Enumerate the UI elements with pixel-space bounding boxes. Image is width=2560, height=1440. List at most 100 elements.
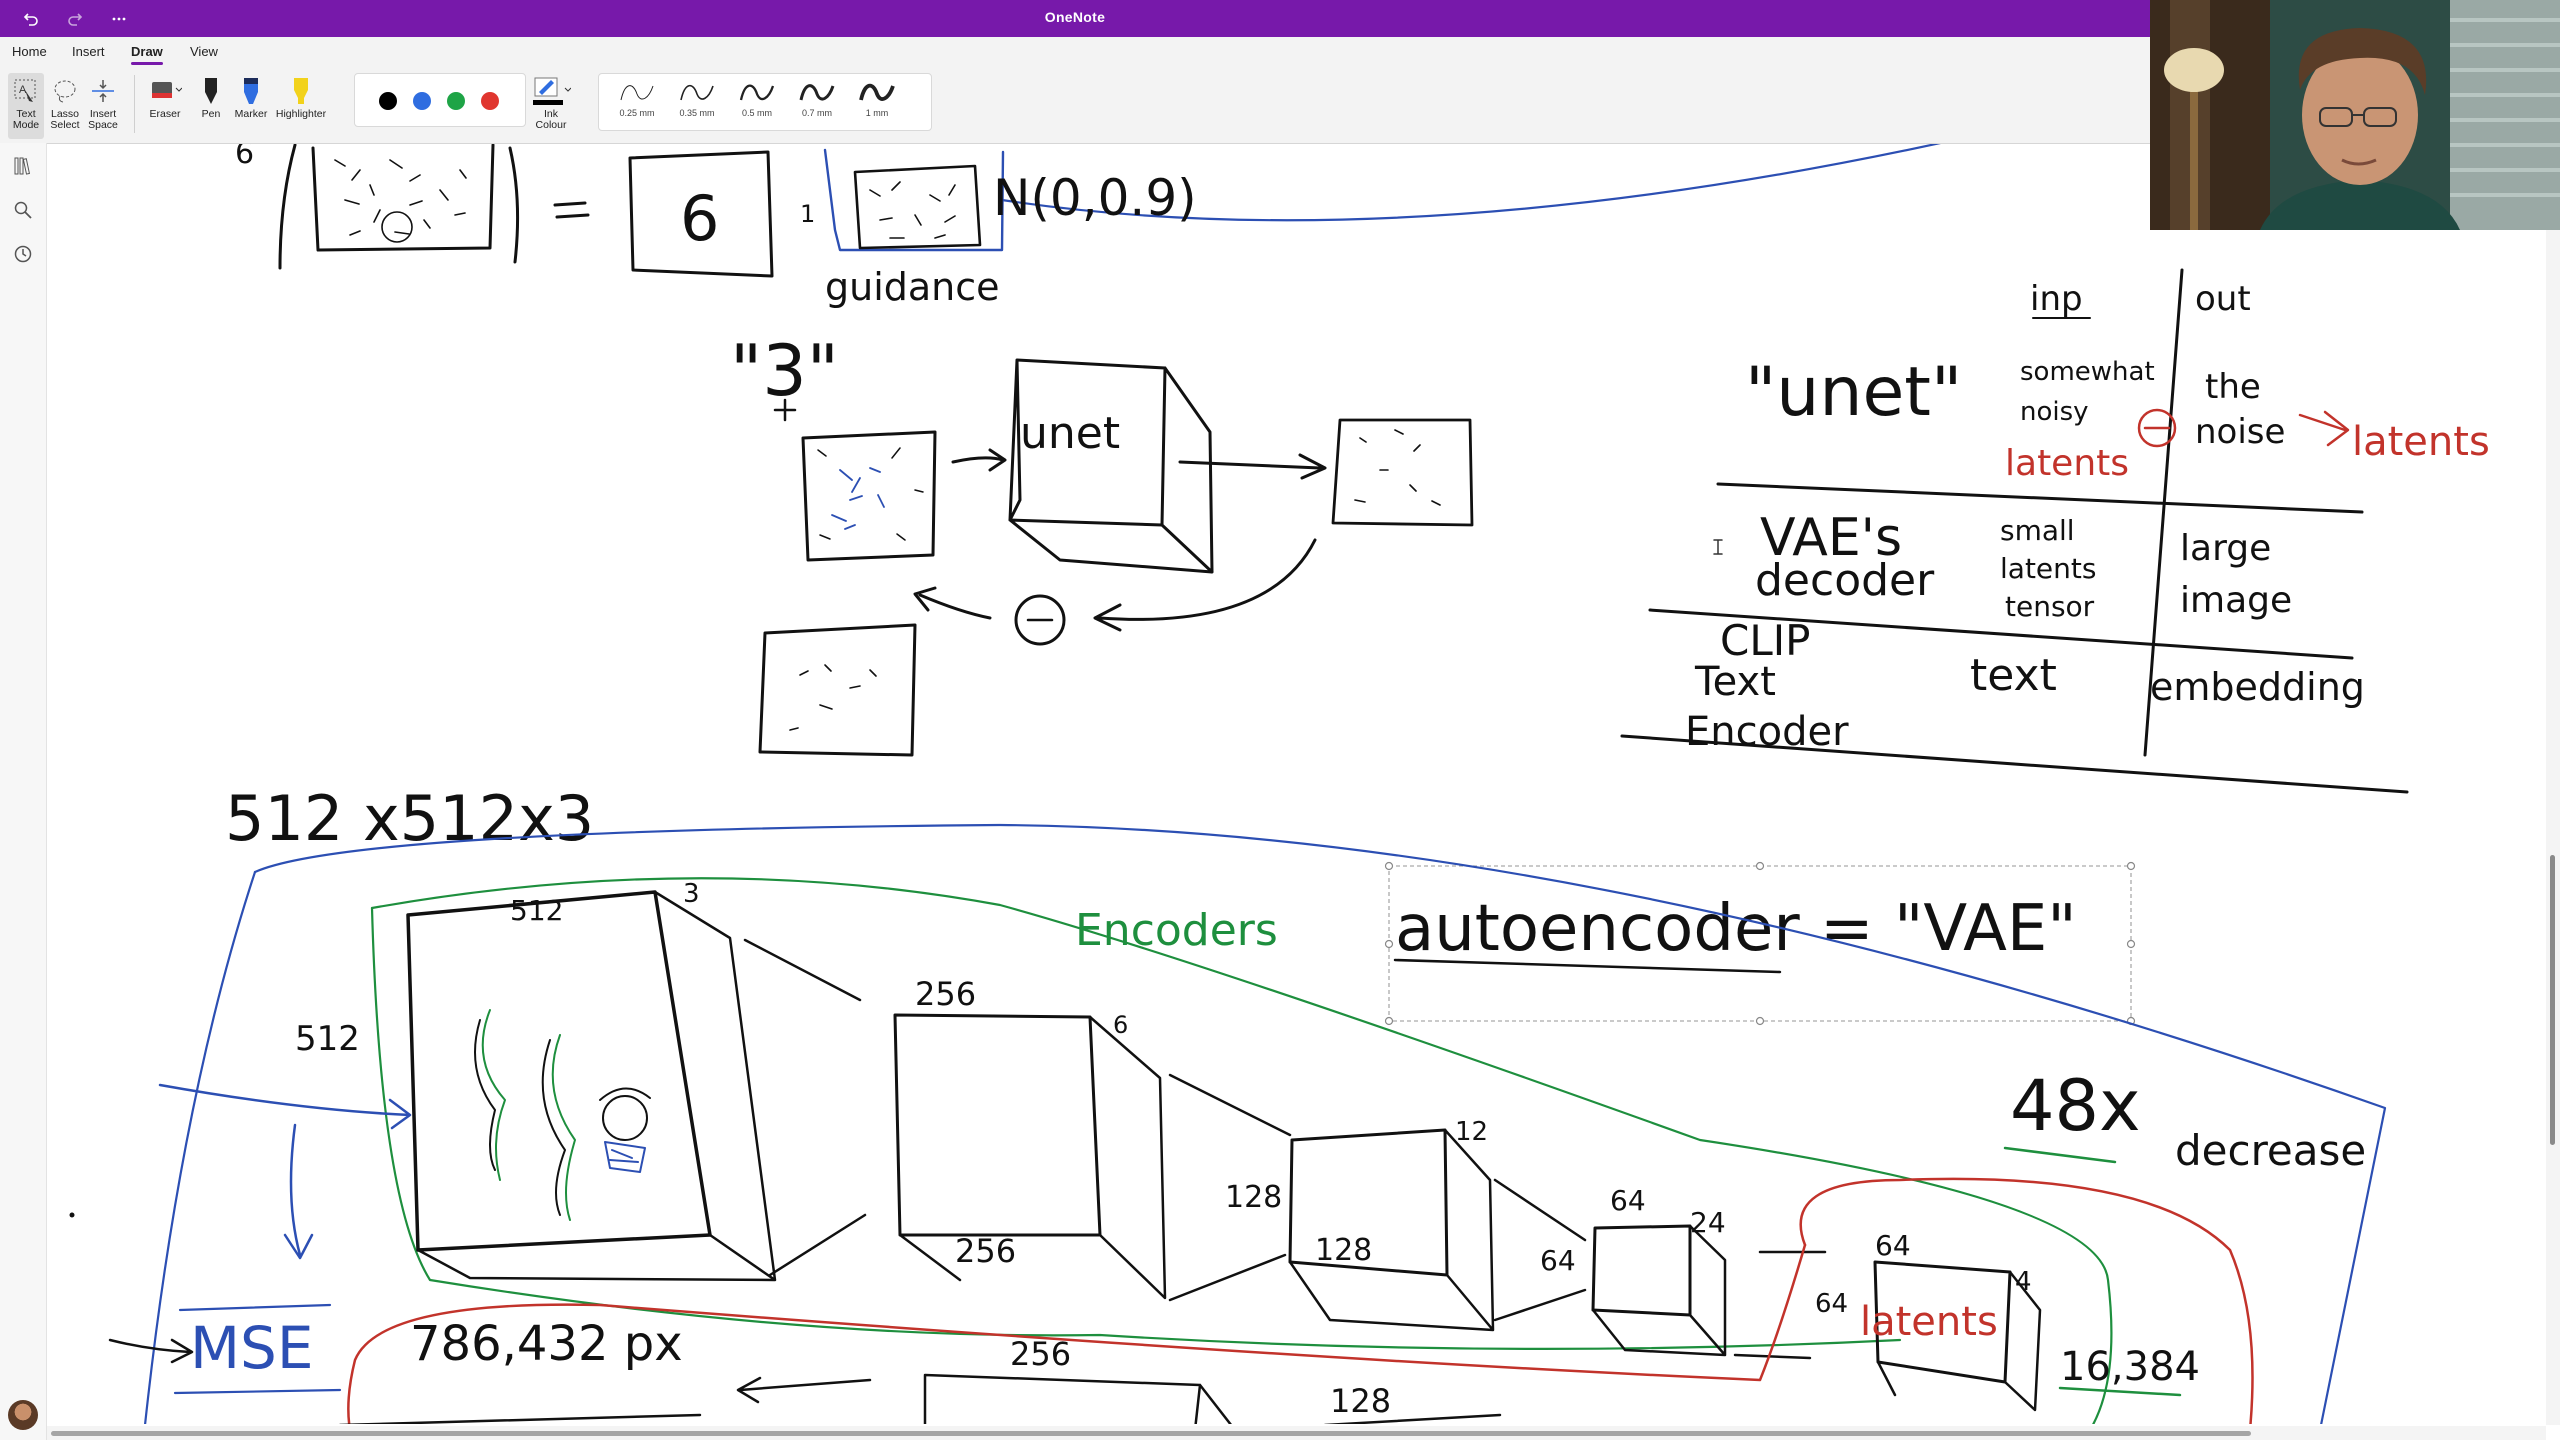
table-clip-1: CLIP <box>1720 616 1810 665</box>
mse-label: MSE <box>190 1314 314 1382</box>
tab-view[interactable]: View <box>190 44 218 59</box>
dim-12: 12 <box>1455 1117 1488 1147</box>
table-vae-out: large image <box>2180 528 2292 621</box>
draw-ribbon: A Text Mode Lasso Select Insert Space Er… <box>0 67 2150 144</box>
webcam-overlay <box>2150 0 2560 230</box>
decrease-word: decrease <box>2175 1126 2366 1175</box>
ink-colour-icon <box>533 77 571 105</box>
dim-256-top: 256 <box>915 975 976 1013</box>
lasso-icon <box>54 80 76 103</box>
ink-unet-loop: "3" unet <box>730 330 1474 757</box>
color-swatch-red[interactable] <box>481 92 499 110</box>
lasso-select-button[interactable]: Lasso Select <box>48 73 82 131</box>
dim-512-top: 512 <box>510 894 563 927</box>
ribbon-tabs: Home Insert Draw View <box>0 37 2150 67</box>
dim-512-left: 512 <box>295 1019 360 1059</box>
color-swatch-blue[interactable] <box>413 92 431 110</box>
highlighter-label: Highlighter <box>275 108 327 120</box>
thickness-option[interactable]: 0.35 mm <box>669 78 725 118</box>
table-clip-out: embedding <box>2150 665 2365 709</box>
dim-24: 24 <box>1690 1206 1726 1239</box>
vertical-scroll-thumb[interactable] <box>2550 855 2555 1145</box>
ink-model-table: inp out "unet" somewhat noisy latents the… <box>1620 268 2490 794</box>
thickness-label: 0.35 mm <box>679 108 715 118</box>
svg-text:A: A <box>19 84 27 96</box>
thickness-option[interactable]: 1 mm <box>849 78 905 118</box>
eraser-icon <box>152 82 182 98</box>
text-mode-button[interactable]: A Text Mode <box>8 73 44 139</box>
search-icon[interactable] <box>12 199 34 221</box>
horizontal-scrollbar[interactable] <box>47 1426 2546 1440</box>
guidance-label: guidance <box>825 265 1000 309</box>
thickness-option[interactable]: 0.25 mm <box>609 78 665 118</box>
marker-button[interactable]: Marker <box>232 73 270 120</box>
highlighter-icon <box>294 78 308 104</box>
webcam-person-image <box>2150 0 2560 230</box>
table-clip-inp: text <box>1970 650 2057 701</box>
ink-colour-button[interactable]: Ink Colour <box>528 73 574 131</box>
text-cursor-icon <box>1713 539 1723 555</box>
notebooks-icon[interactable] <box>12 155 34 177</box>
marker-icon <box>244 78 258 104</box>
pixels-label: 786,432 px <box>410 1316 683 1372</box>
pen-icon <box>205 78 217 104</box>
stroke-sample-icon <box>739 84 775 101</box>
ink-drawing: 6 6 1 N(0,0.9) guidance "3" unet inp out… <box>69 144 2490 1424</box>
tab-home[interactable]: Home <box>12 44 47 59</box>
tab-draw[interactable]: Draw <box>131 44 163 65</box>
table-unet-inp-latents: latents <box>2005 443 2129 484</box>
lasso-label: Lasso Select <box>50 108 80 131</box>
dim-128-front: 128 <box>1315 1233 1372 1268</box>
normal-dist-label: N(0,0.9) <box>993 169 1197 227</box>
pen-label: Pen <box>201 108 221 120</box>
color-swatch-black[interactable] <box>379 92 397 110</box>
tab-insert[interactable]: Insert <box>72 44 105 59</box>
thickness-option[interactable]: 0.7 mm <box>789 78 845 118</box>
horizontal-scroll-thumb[interactable] <box>51 1431 2251 1436</box>
dims-label: 512 x512x3 <box>225 782 594 855</box>
thickness-label: 0.7 mm <box>801 108 832 118</box>
table-unet-inp: somewhat noisy <box>2020 357 2155 427</box>
note-canvas[interactable]: 6 6 1 N(0,0.9) guidance "3" unet inp out… <box>47 144 2547 1424</box>
table-unet-out-extra: latents <box>2352 419 2490 465</box>
stroke-sample-icon <box>859 83 895 101</box>
table-vae-inp: small latents tensor <box>2000 514 2096 623</box>
dim-3: 3 <box>683 879 700 909</box>
dim-64-latent-top: 64 <box>1875 1229 1911 1262</box>
vertical-scrollbar[interactable] <box>2546 143 2560 1425</box>
pen-button[interactable]: Pen <box>194 73 228 120</box>
title-bar: OneNote <box>0 0 2150 37</box>
recent-icon[interactable] <box>12 243 34 265</box>
dim-6: 6 <box>1113 1011 1128 1039</box>
avatar[interactable] <box>8 1400 38 1430</box>
color-swatch-green[interactable] <box>447 92 465 110</box>
dim-128-left: 128 <box>1225 1180 1282 1215</box>
table-unet-name: "unet" <box>1745 353 1962 432</box>
app-title: OneNote <box>1044 9 1106 25</box>
stroke-sample-icon <box>620 85 654 101</box>
unet-box-label: unet <box>1020 408 1120 459</box>
highlighter-button[interactable]: Highlighter <box>272 73 330 120</box>
marker-label: Marker <box>234 108 268 120</box>
dim-64-latent-left: 64 <box>1815 1289 1848 1319</box>
eraser-button[interactable]: Eraser <box>144 73 186 120</box>
insert-space-label: Insert Space <box>88 108 118 131</box>
latent-size-label: 16,384 <box>2060 1344 2200 1390</box>
ink-top-row: 6 6 1 N(0,0.9) guidance <box>235 144 1941 309</box>
thickness-option[interactable]: 0.5 mm <box>729 78 785 118</box>
eraser-label: Eraser <box>149 108 181 120</box>
text-mode-label: Text Mode <box>12 108 40 131</box>
color-palette <box>354 73 526 127</box>
thickness-label: 0.5 mm <box>741 108 772 118</box>
table-unet-out: the noise <box>2195 367 2285 452</box>
ink-colour-label: Ink Colour <box>535 108 567 131</box>
table-clip-2: Text <box>1694 659 1776 705</box>
insert-space-icon <box>92 80 114 102</box>
insert-space-button[interactable]: Insert Space <box>86 73 120 131</box>
thickness-label: 0.25 mm <box>619 108 655 118</box>
dim-256-bottom: 256 <box>955 1232 1016 1270</box>
stroke-sample-icon <box>680 84 714 101</box>
six-label: 6 <box>235 144 254 171</box>
ink-autoencoder: 512 x512x3 autoencoder = "VAE" Encoders … <box>69 782 2387 1424</box>
encoders-label: Encoders <box>1075 905 1278 956</box>
